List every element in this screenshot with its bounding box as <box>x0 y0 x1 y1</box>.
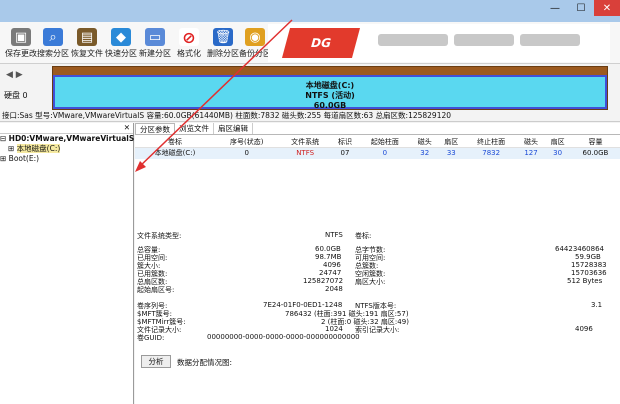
delete-partition-icon: 🗑 <box>213 28 233 46</box>
detail-value: 59.9GB <box>575 253 601 261</box>
partition-block-c[interactable]: 本地磁盘(C:) NTFS (活动) 60.0GB <box>53 75 607 110</box>
col-header: 标识 <box>331 137 359 148</box>
brand-logo: DG <box>281 28 361 58</box>
quick-partition-button[interactable]: ◆ 快速分区 <box>102 28 140 62</box>
format-button[interactable]: ⊘ 格式化 <box>170 28 208 62</box>
tree-item-boot[interactable]: ⊞ Boot(E:) <box>0 154 133 164</box>
save-icon: ▣ <box>11 28 31 46</box>
close-icon[interactable]: ✕ <box>594 0 620 16</box>
partition-name: 本地磁盘(C:) <box>305 81 355 90</box>
detail-label: 索引记录大小: <box>355 326 400 334</box>
cell: 60.0GB <box>570 147 620 159</box>
col-header: 终止柱面 <box>464 137 518 148</box>
partition-table: 卷标 序号(状态) 文件系统 标识 起始柱面 磁头 扇区 终止柱面 磁头 扇区 … <box>135 137 620 159</box>
detail-value: 3.1 <box>591 301 603 309</box>
detail-value: 2048 <box>325 285 343 293</box>
cell: 30 <box>544 147 571 159</box>
brand-banner: DG <box>268 24 610 62</box>
window-controls: — ☐ ✕ <box>542 0 620 16</box>
detail-value: 00000000-0000-0000-0000-000000000000 <box>207 333 360 341</box>
tab-partition-params[interactable]: 分区参数 <box>135 123 175 134</box>
tree-item-label: HD0:VMware,VMwareVirtualS <box>8 134 135 143</box>
tree-item-label: Boot(E:) <box>8 154 40 163</box>
quick-partition-icon: ◆ <box>111 28 131 46</box>
tab-browse-files[interactable]: 浏览文件 <box>175 123 214 134</box>
detail-value: 98.7MB <box>315 253 342 261</box>
cell: 本地磁盘(C:) <box>135 147 215 159</box>
detail-value: 15703636 <box>571 269 607 277</box>
col-header: 文件系统 <box>278 137 332 148</box>
detail-value: 64423460864 <box>555 245 604 253</box>
close-icon[interactable]: ✕ <box>124 123 130 132</box>
detail-label: 文件系统类型: <box>137 232 182 240</box>
col-header: 容量 <box>570 137 620 148</box>
col-header: 磁头 <box>517 137 545 148</box>
detail-value: NTFS <box>325 231 343 239</box>
maximize-icon[interactable]: ☐ <box>568 0 594 16</box>
col-header: 扇区 <box>438 137 465 148</box>
blurred-text <box>520 34 580 46</box>
detail-value: 1024 <box>325 325 343 333</box>
col-header: 起始柱面 <box>358 137 412 148</box>
detail-value: 15728383 <box>571 261 607 269</box>
cell: 0 <box>215 147 279 159</box>
backup-partition-icon: ◉ <box>245 28 265 46</box>
tab-bar: 分区参数 浏览文件 扇区编辑 <box>135 123 620 135</box>
blurred-text <box>454 34 514 46</box>
disk-tree-pane: ✕ ⊟ HD0:VMware,VMwareVirtualS ⊞ 本地磁盘(C:)… <box>0 123 134 404</box>
partition-fs: NTFS (活动) <box>305 91 355 100</box>
detail-label: 扇区大小: <box>355 278 386 286</box>
detail-pane: 分区参数 浏览文件 扇区编辑 卷标 序号(状态) 文件系统 标识 起始柱面 磁头… <box>135 123 620 404</box>
tree-item-label: 本地磁盘(C:) <box>16 144 61 153</box>
detail-label: 起始扇区号: <box>137 286 175 294</box>
detail-value: 125827072 <box>303 277 344 285</box>
detail-value: 60.0GB <box>315 245 341 253</box>
minimize-icon[interactable]: — <box>542 0 568 16</box>
recover-file-button[interactable]: ▤ 恢复文件 <box>68 28 106 62</box>
tab-sector-edit[interactable]: 扇区编辑 <box>214 123 253 134</box>
tree-header: ✕ <box>0 123 133 134</box>
col-header: 卷标 <box>135 137 215 148</box>
table-row[interactable]: 本地磁盘(C:) 0 NTFS 07 0 32 33 7832 127 30 6… <box>135 147 620 159</box>
detail-label: 卷标: <box>355 232 372 240</box>
title-bar <box>0 0 620 22</box>
disk-label: 硬盘 0 <box>4 91 28 100</box>
col-header: 磁头 <box>411 137 439 148</box>
tree-item-disk[interactable]: ⊟ HD0:VMware,VMwareVirtualS <box>0 134 135 144</box>
detail-value: 7E24-01F0-0ED1-1248 <box>263 301 343 309</box>
detail-value: 4096 <box>575 325 593 333</box>
col-header: 序号(状态) <box>215 137 279 148</box>
analyze-button[interactable]: 分析 <box>141 355 171 368</box>
cell: 7832 <box>464 147 518 159</box>
cell: NTFS <box>278 147 332 159</box>
allocation-map-label: 数据分配情况图: <box>177 358 233 367</box>
col-header: 扇区 <box>544 137 571 148</box>
cell: 32 <box>411 147 439 159</box>
disk-map: 本地磁盘(C:) NTFS (活动) 60.0GB <box>52 66 608 110</box>
cell: 33 <box>438 147 465 159</box>
detail-value: 512 Bytes <box>567 277 603 285</box>
detail-value: 24747 <box>319 269 342 277</box>
format-icon: ⊘ <box>179 28 199 47</box>
disk-info-line: 接口:Sas 型号:VMware,VMwareVirtualS 容量:60.0G… <box>0 110 620 122</box>
cell: 127 <box>517 147 545 159</box>
cell: 0 <box>358 147 412 159</box>
search-partition-button[interactable]: ⌕ 搜索分区 <box>34 28 72 62</box>
search-icon: ⌕ <box>43 28 63 46</box>
table-header: 卷标 序号(状态) 文件系统 标识 起始柱面 磁头 扇区 终止柱面 磁头 扇区 … <box>135 137 620 148</box>
cell: 07 <box>331 147 359 159</box>
detail-value: 4096 <box>323 261 341 269</box>
blurred-text <box>378 34 448 46</box>
detail-label: 卷GUID: <box>137 334 165 342</box>
recover-file-icon: ▤ <box>77 28 97 46</box>
new-partition-icon: ▭ <box>145 28 165 46</box>
disk-nav-arrows[interactable]: ◀ ▶ <box>6 70 23 80</box>
tree-item-c[interactable]: ⊞ 本地磁盘(C:) <box>0 144 133 154</box>
new-partition-button[interactable]: ▭ 新建分区 <box>136 28 174 62</box>
